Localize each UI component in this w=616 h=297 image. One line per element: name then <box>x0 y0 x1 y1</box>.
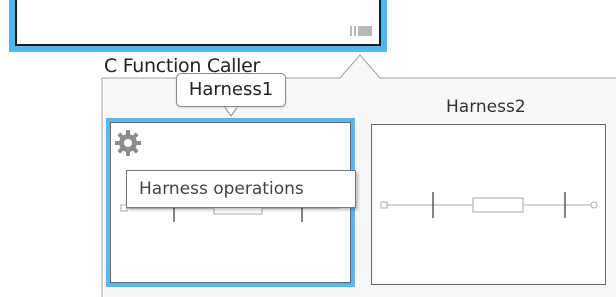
tooltip: Harness operations <box>126 170 356 208</box>
tooltip-text: Harness operations <box>139 179 304 199</box>
harness1-callout: Harness1 <box>176 73 286 107</box>
gear-icon[interactable] <box>114 129 142 157</box>
harness2-preview <box>380 192 598 218</box>
callout-tail <box>224 106 238 117</box>
harness1-label: Harness1 <box>188 79 274 100</box>
harness2-label: Harness2 <box>446 97 526 117</box>
